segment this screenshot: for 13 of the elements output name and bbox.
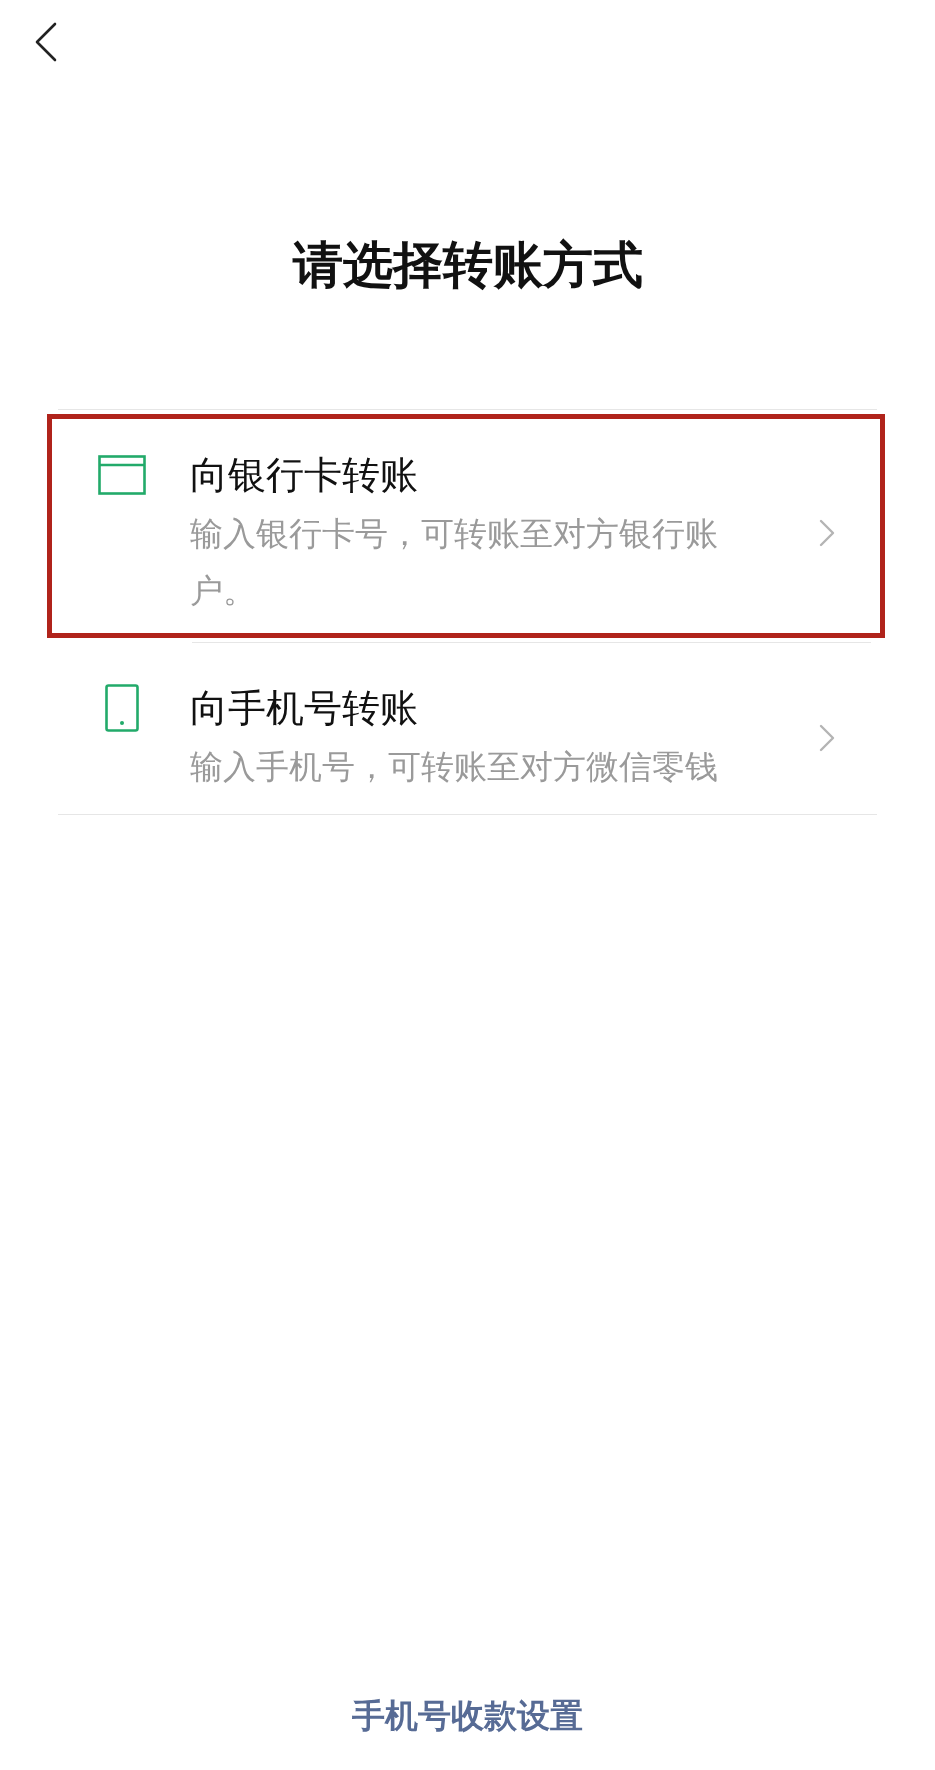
phone-icon [105, 684, 139, 732]
back-icon[interactable] [34, 22, 58, 62]
transfer-option[interactable]: 向手机号转账 输入手机号，可转账至对方微信零钱 [47, 647, 885, 814]
page-title: 请选择转账方式 [292, 235, 643, 296]
option-description: 输入手机号，可转账至对方微信零钱 [190, 746, 719, 788]
phone-payment-settings-link[interactable]: 手机号收款设置 [352, 1696, 583, 1736]
chevron-right-icon [819, 723, 835, 752]
option-description: 输入银行卡号，可转账至对方银行账户。 [190, 513, 719, 612]
transfer-option[interactable]: 向银行卡转账 输入银行卡号，可转账至对方银行账户。 [47, 414, 885, 638]
chevron-right-icon [819, 519, 835, 547]
bank-card-icon [98, 455, 146, 495]
option-title: 向手机号转账 [190, 685, 418, 732]
option-title: 向银行卡转账 [190, 452, 418, 499]
